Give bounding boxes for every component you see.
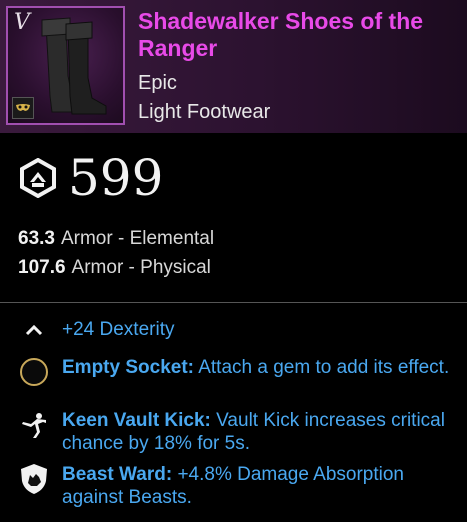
perk-keen-vault-kick-text: Keen Vault Kick: Vault Kick increases cr… xyxy=(62,409,462,455)
item-thumbnail: V xyxy=(6,6,125,125)
armor-elemental: 63.3 Armor - Elemental xyxy=(18,228,214,250)
armor-physical-value: 107.6 xyxy=(18,257,66,278)
perk-beast-ward-text: Beast Ward: +4.8% Damage Absorption agai… xyxy=(62,463,462,509)
gear-score-row: 599 xyxy=(18,150,163,206)
item-header: V Shadewalker Shoes of the Ranger Epic L… xyxy=(0,0,467,133)
gear-score-value: 599 xyxy=(68,149,164,207)
armor-physical-label: Armor - Physical xyxy=(71,257,211,278)
vault-kick-icon xyxy=(18,409,50,441)
item-rarity: Epic xyxy=(138,72,177,94)
perk-empty-socket-text: Empty Socket: Attach a gem to add its ef… xyxy=(62,356,462,379)
divider xyxy=(0,302,467,303)
gear-score-icon xyxy=(20,158,56,198)
armor-elemental-label: Armor - Elemental xyxy=(60,228,215,249)
perk-keen-vault-kick-name: Keen Vault Kick: xyxy=(62,410,211,431)
beast-ward-icon xyxy=(18,463,50,495)
boots-icon xyxy=(41,17,107,115)
mask-icon xyxy=(12,97,34,119)
item-type: Light Footwear xyxy=(138,101,271,123)
chevron-up-icon xyxy=(18,314,50,346)
perk-empty-socket-name: Empty Socket: xyxy=(62,357,194,378)
armor-physical: 107.6 Armor - Physical xyxy=(18,257,211,279)
item-name: Shadewalker Shoes of the Ranger xyxy=(138,8,424,61)
armor-elemental-value: 63.3 xyxy=(18,228,55,249)
perk-empty-socket-desc: Attach a gem to add its effect. xyxy=(198,357,450,378)
empty-socket-icon xyxy=(18,356,50,388)
perk-beast-ward-name: Beast Ward: xyxy=(62,464,173,485)
attribute-text: +24 Dexterity xyxy=(62,319,175,340)
